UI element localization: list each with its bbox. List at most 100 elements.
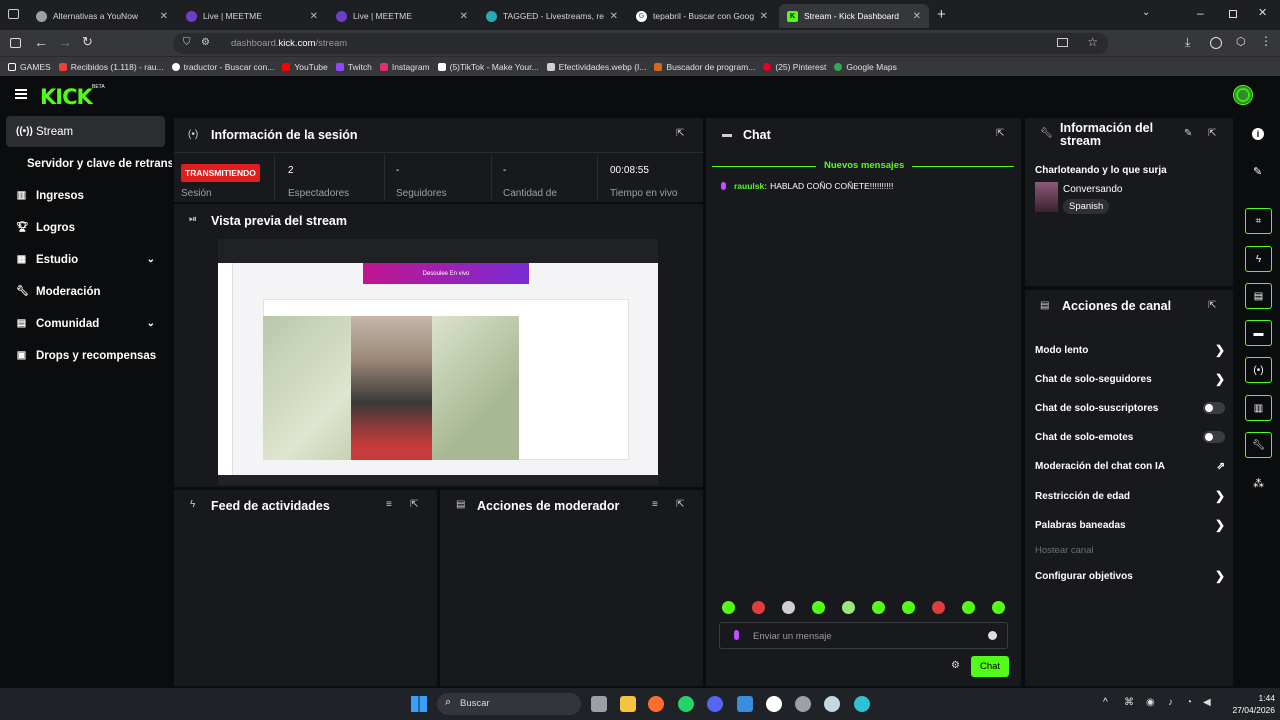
emote-icon[interactable] (782, 601, 795, 614)
emote-icon[interactable] (752, 601, 765, 614)
app-icon[interactable] (737, 696, 753, 712)
sidebar-item-studio[interactable]: ▦ Estudio ⌄ (6, 244, 165, 275)
chat-send-button[interactable]: Chat (971, 656, 1009, 677)
rail-channel-button[interactable]: ▥ (1245, 395, 1272, 421)
chevron-down-icon[interactable]: ⌄ (147, 254, 155, 265)
emotes-only-toggle[interactable] (1203, 431, 1225, 443)
forward-icon[interactable]: → (58, 34, 72, 50)
action-banned-words[interactable]: Palabras baneadas ❯ (1035, 517, 1225, 533)
taskbar-date[interactable]: 27/04/2026 (1222, 705, 1275, 715)
browser-tab-active[interactable]: K Stream - Kick Dashboard ✕ (779, 4, 929, 28)
task-view-icon[interactable] (591, 696, 607, 712)
chat-settings-icon[interactable]: ⚙ (951, 660, 960, 671)
rail-broadcast-button[interactable]: (•) (1245, 357, 1272, 383)
stream-preview-video[interactable]: Desoulee En vivo (218, 239, 658, 485)
steam-icon[interactable] (824, 696, 840, 712)
tab-list-icon[interactable]: ⌄ (1142, 7, 1150, 18)
bookmark-item[interactable]: Twitch (335, 62, 372, 72)
chat-input[interactable]: Enviar un mensaje (719, 622, 1008, 649)
sidebar-item-achievements[interactable]: 🏆︎ Logros (6, 212, 165, 243)
bookmark-item[interactable]: (5)TikTok - Make Your... (437, 62, 539, 72)
rail-document-button[interactable]: ▤ (1245, 283, 1272, 309)
browser-app-icon[interactable] (854, 696, 870, 712)
popout-icon[interactable]: ⇱ (410, 499, 418, 510)
browser-tab[interactable]: Live | MEETME ✕ (178, 4, 326, 28)
tray-volume-icon[interactable]: ◀ (1203, 697, 1211, 708)
tray-wifi-icon[interactable]: ◔ (1186, 697, 1192, 708)
chevron-down-icon[interactable]: ⌄ (147, 318, 155, 329)
obs-icon[interactable] (766, 696, 782, 712)
extensions-icon[interactable]: ⬡ (1236, 35, 1246, 48)
edit-icon[interactable]: ✎ (1253, 165, 1262, 178)
sidebar-toggle-icon[interactable] (10, 38, 21, 48)
reload-icon[interactable]: ↻ (82, 34, 93, 50)
sidebar-item-stream[interactable]: ((•)) Stream (6, 116, 165, 147)
sidebar-item-community[interactable]: ▤ Comunidad ⌄ (6, 308, 165, 339)
close-icon[interactable]: ✕ (310, 11, 318, 22)
avatar[interactable] (1233, 85, 1253, 105)
action-ai-moderation[interactable]: Moderación del chat con IA ⇗ (1035, 458, 1225, 474)
rail-chat-button[interactable]: ▬ (1245, 320, 1272, 346)
filter-icon[interactable]: ≡ (386, 499, 392, 510)
add-widget-icon[interactable]: ⁂ (1253, 477, 1264, 490)
subscribers-only-toggle[interactable] (1203, 402, 1225, 414)
bookmark-item[interactable]: Google Maps (834, 62, 897, 72)
close-icon[interactable]: ✕ (760, 11, 768, 22)
bookmark-item[interactable]: traductor - Buscar con... (171, 62, 274, 72)
browser-tab[interactable]: TAGGED - Livestreams, real pe... ✕ (478, 4, 626, 28)
minimize-icon[interactable]: – (1197, 6, 1204, 20)
sidebar-item-moderation[interactable]: 🔧︎ Moderación (6, 276, 165, 307)
filter-icon[interactable]: ≡ (652, 499, 658, 510)
firefox-icon[interactable] (648, 696, 664, 712)
taskbar-time[interactable]: 1:44 (1225, 693, 1275, 703)
emote-icon[interactable] (722, 601, 735, 614)
browser-tab[interactable]: G tepabril - Buscar con Google ✕ (628, 4, 776, 28)
maximize-icon[interactable] (1229, 10, 1237, 18)
emote-icon[interactable] (932, 601, 945, 614)
discord-icon[interactable] (707, 696, 723, 712)
popout-icon[interactable]: ⇱ (996, 128, 1004, 139)
new-tab-icon[interactable]: + (937, 6, 946, 23)
emote-icon[interactable] (812, 601, 825, 614)
category-name[interactable]: Conversando (1063, 184, 1122, 195)
bookmark-item[interactable]: GAMES (8, 62, 51, 72)
popout-icon[interactable]: ⇱ (676, 128, 684, 139)
emote-icon[interactable] (902, 601, 915, 614)
sidebar-item-income[interactable]: ▥ Ingresos (6, 180, 165, 211)
popout-icon[interactable]: ⇱ (1208, 128, 1216, 139)
popout-icon[interactable]: ⇱ (676, 499, 684, 510)
close-icon[interactable]: ✕ (160, 11, 168, 22)
back-icon[interactable]: ← (34, 34, 48, 50)
tray-network-icon[interactable]: ◉ (1146, 697, 1155, 708)
download-icon[interactable]: ⤓ (1185, 35, 1190, 50)
whatsapp-icon[interactable] (678, 696, 694, 712)
emote-icon[interactable] (962, 601, 975, 614)
bookmark-star-icon[interactable]: ☆ (1087, 35, 1098, 49)
bookmark-item[interactable]: Recibidos (1.118) - rau... (58, 62, 164, 72)
action-slow-mode[interactable]: Modo lento ❯ (1035, 342, 1225, 358)
emote-icon[interactable] (872, 601, 885, 614)
close-icon[interactable]: ✕ (460, 11, 468, 22)
kick-logo[interactable]: KICK (40, 85, 93, 109)
close-icon[interactable]: ✕ (913, 11, 921, 22)
action-age-restriction[interactable]: Restricción de edad ❯ (1035, 488, 1225, 504)
bookmark-item[interactable]: Efectividades.webp (I... (546, 62, 646, 72)
bookmark-item[interactable]: Buscador de program... (654, 62, 755, 72)
bookmark-item[interactable]: (25) Pinterest (763, 62, 826, 72)
chat-username[interactable]: rauulsk: (734, 181, 767, 191)
address-bar[interactable]: ⛉ ⚙ dashboard. kick.com/stream ☆ (173, 33, 1108, 54)
settings-icon[interactable] (795, 696, 811, 712)
hamburger-menu-icon[interactable] (15, 89, 27, 99)
close-icon[interactable]: ✕ (610, 11, 618, 22)
window-close-icon[interactable]: ✕ (1258, 6, 1267, 19)
rail-capture-button[interactable]: ⌗ (1245, 208, 1272, 234)
menu-icon[interactable]: ⋮ (1260, 34, 1272, 48)
emote-icon[interactable] (992, 601, 1005, 614)
windows-start-icon[interactable] (411, 696, 427, 712)
account-icon[interactable] (1210, 37, 1222, 49)
security-icon[interactable]: ⛉ (183, 37, 191, 48)
site-settings-icon[interactable]: ⚙ (201, 37, 210, 48)
rail-wrench-button[interactable]: 🔧︎ (1245, 432, 1272, 458)
pip-icon[interactable] (1057, 38, 1068, 47)
tab-actions-icon[interactable] (8, 9, 19, 19)
